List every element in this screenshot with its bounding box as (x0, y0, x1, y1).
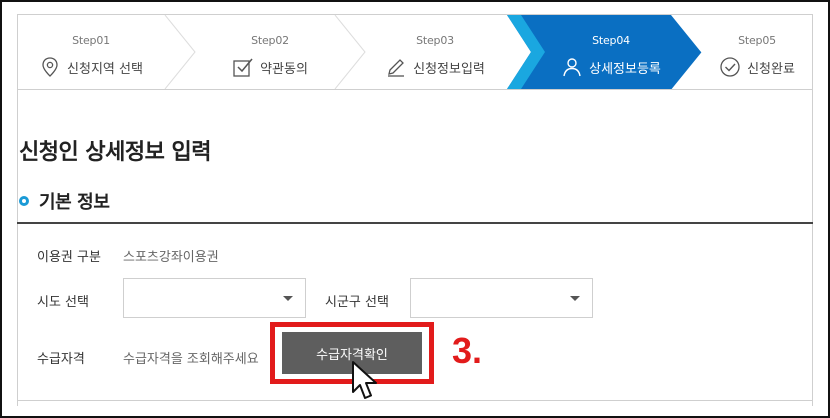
step-label: 약관동의 (260, 61, 308, 77)
step-2: Step02 약관동의 (185, 15, 355, 89)
step-5: Step05 신청완료 (701, 15, 813, 89)
voucher-type-label: 이용권 구분 (37, 250, 101, 265)
section-heading: 기본 정보 (19, 188, 110, 214)
sido-select[interactable] (123, 278, 306, 318)
step-4-active: Step04 상세정보등록 (531, 15, 691, 89)
chevron-down-icon (283, 296, 293, 301)
sigungu-label: 시군구 선택 (325, 295, 389, 310)
circle-bullet-icon (19, 196, 29, 206)
pencil-icon (388, 59, 405, 77)
step-number: Step04 (592, 34, 630, 47)
user-icon (563, 58, 581, 77)
step-3: Step03 신청정보입력 (355, 15, 515, 89)
section-title: 기본 정보 (39, 192, 110, 213)
step-label: 상세정보등록 (589, 61, 661, 77)
step-label: 신청완료 (747, 61, 795, 77)
step-number: Step03 (416, 34, 454, 47)
form-bottom-border (17, 400, 813, 401)
mouse-cursor-icon (352, 361, 377, 399)
voucher-type-value: 스포츠강좌이용권 (123, 250, 219, 265)
step-label: 신청정보입력 (413, 61, 485, 77)
chevron-down-icon (570, 296, 580, 301)
step-number: Step02 (251, 34, 289, 47)
section-divider (17, 222, 813, 224)
step-number: Step05 (738, 34, 776, 47)
page-title: 신청인 상세정보 입력 (19, 140, 211, 165)
step-progress-bar: Step01 신청지역 선택 Step02 약관동의 Step03 신청정보입력… (17, 14, 813, 90)
sido-label: 시도 선택 (37, 295, 89, 310)
checkbox-icon (233, 58, 253, 77)
eligibility-hint: 수급자격을 조회해주세요 (123, 352, 259, 367)
sigungu-select[interactable] (410, 278, 593, 318)
step-number: Step01 (72, 34, 110, 47)
eligibility-label: 수급자격 (37, 352, 85, 367)
annotation-step-number: 3. (452, 330, 483, 371)
step-label: 신청지역 선택 (67, 61, 143, 77)
check-circle-icon (720, 57, 740, 77)
location-pin-icon (42, 57, 58, 77)
step-1: Step01 신청지역 선택 (17, 15, 165, 89)
